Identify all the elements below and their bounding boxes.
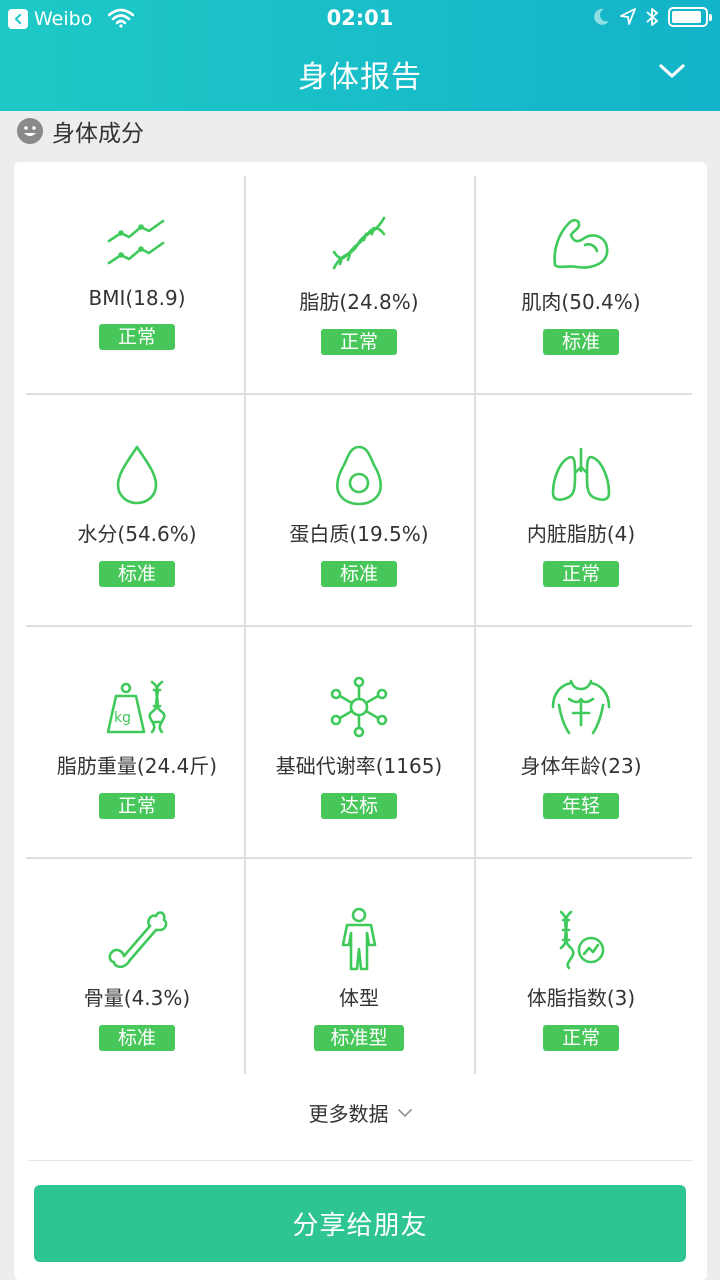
status-badge: 正常: [99, 793, 175, 819]
moon-icon: [594, 8, 609, 25]
metric-label: 基础代谢率(1165): [275, 754, 443, 778]
metric-fat[interactable]: 脂肪(24.8%) 正常: [248, 176, 470, 406]
torso-icon: [551, 679, 611, 735]
divider: [28, 1160, 693, 1161]
section-title: 身体成分: [52, 121, 144, 147]
metric-protein[interactable]: 蛋白质(19.5%) 标准: [248, 408, 470, 638]
metric-label: 肌肉(50.4%): [521, 290, 641, 314]
battery-level: [672, 11, 701, 23]
metric-label: 内脏脂肪(4): [526, 522, 636, 546]
dna-icon: [332, 216, 386, 270]
status-badge: 标准: [99, 561, 175, 587]
status-badge: 标准: [321, 561, 397, 587]
trend-lines-icon: [107, 219, 165, 265]
status-badge: 达标: [321, 793, 397, 819]
metric-label: BMI(18.9): [88, 286, 186, 310]
body-composition-card: BMI(18.9) 正常 脂肪(24.8%) 正常 肌肉(50.4%) 标准 水…: [14, 162, 707, 1280]
status-badge: 标准: [99, 1025, 175, 1051]
location-arrow-icon: [620, 8, 636, 25]
metric-muscle[interactable]: 肌肉(50.4%) 标准: [470, 176, 692, 406]
status-badge: 标准: [543, 329, 619, 355]
status-bar: Weibo 02:01: [0, 0, 720, 36]
more-data-label: 更多数据: [308, 1102, 389, 1126]
metric-body-age[interactable]: 身体年龄(23) 年轻: [470, 640, 692, 870]
status-badge: 正常: [99, 324, 175, 350]
bluetooth-icon: [646, 8, 658, 26]
metric-label: 脂肪重量(24.4斤): [56, 754, 218, 778]
smile-icon: [17, 118, 43, 144]
metrics-grid: BMI(18.9) 正常 脂肪(24.8%) 正常 肌肉(50.4%) 标准 水…: [26, 176, 692, 1074]
metric-label: 身体年龄(23): [520, 754, 642, 778]
metric-fat-weight[interactable]: kg 脂肪重量(24.4斤) 正常: [26, 640, 248, 870]
header-bar: Weibo 02:01 身体报告: [0, 0, 720, 111]
weight-dna-icon: kg: [106, 680, 166, 734]
dna-chart-icon: [559, 910, 605, 970]
section-heading: 身体成分: [16, 116, 144, 147]
status-badge: 正常: [321, 329, 397, 355]
bone-icon: [108, 911, 168, 969]
page-title: 身体报告: [298, 60, 422, 95]
metric-body-fat-index[interactable]: 体脂指数(3) 正常: [470, 872, 692, 1102]
metric-label: 水分(54.6%): [77, 522, 197, 546]
metric-label: 脂肪(24.8%): [299, 290, 419, 314]
battery-icon: [668, 7, 712, 27]
status-badge: 年轻: [543, 793, 619, 819]
svg-text:kg: kg: [114, 710, 131, 726]
metric-bmr[interactable]: 基础代谢率(1165) 达标: [248, 640, 470, 870]
metric-visceral-fat[interactable]: 内脏脂肪(4) 正常: [470, 408, 692, 638]
molecule-icon: [330, 676, 388, 738]
metric-body-type[interactable]: 体型 标准型: [248, 872, 470, 1102]
metric-water[interactable]: 水分(54.6%) 标准: [26, 408, 248, 638]
metric-bmi[interactable]: BMI(18.9) 正常: [26, 176, 248, 406]
metric-label: 体脂指数(3): [526, 986, 636, 1010]
more-data-toggle[interactable]: 更多数据: [14, 1098, 707, 1127]
water-drop-icon: [116, 445, 158, 505]
metric-bone-mass[interactable]: 骨量(4.3%) 标准: [26, 872, 248, 1102]
status-icons: [594, 7, 712, 27]
chevron-down-icon: [397, 1108, 412, 1117]
avocado-icon: [335, 445, 383, 506]
metric-label: 体型: [339, 986, 379, 1010]
body-figure-icon: [341, 907, 377, 971]
status-badge: 正常: [543, 1025, 619, 1051]
share-button[interactable]: 分享给朋友: [34, 1185, 686, 1262]
status-badge: 正常: [543, 561, 619, 587]
status-badge: 标准型: [314, 1025, 404, 1051]
metric-label: 骨量(4.3%): [83, 986, 191, 1010]
lungs-icon: [551, 447, 611, 501]
metric-label: 蛋白质(19.5%): [289, 522, 429, 546]
chevron-down-icon[interactable]: [659, 63, 685, 79]
muscle-arm-icon: [553, 218, 609, 269]
